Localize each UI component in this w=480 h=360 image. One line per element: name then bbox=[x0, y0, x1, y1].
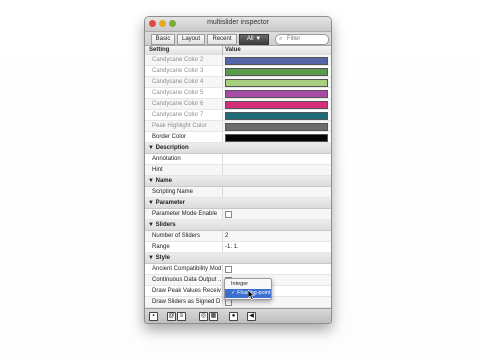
setting-row[interactable]: Candycane Color 3 bbox=[145, 66, 331, 77]
row-divider bbox=[222, 154, 223, 164]
row-divider bbox=[222, 121, 223, 131]
inspector-footer: ▪ @ ≡ ◎ ▦ ● ◀ bbox=[145, 308, 331, 323]
section-header[interactable]: ▼ Parameter bbox=[145, 198, 331, 209]
color-swatch[interactable] bbox=[225, 68, 328, 76]
setting-row[interactable]: Hint bbox=[145, 165, 331, 176]
color-swatch[interactable] bbox=[225, 123, 328, 131]
row-divider bbox=[222, 77, 223, 87]
setting-row[interactable]: Parameter Mode Enable bbox=[145, 209, 331, 220]
row-divider bbox=[222, 88, 223, 98]
row-divider bbox=[222, 187, 223, 197]
section-label: ▼ Name bbox=[148, 178, 172, 184]
target-icon[interactable]: ◎ bbox=[199, 312, 208, 321]
row-divider bbox=[222, 231, 223, 241]
setting-row[interactable]: Number of Sliders 2 bbox=[145, 231, 331, 242]
section-label: ▼ Description bbox=[148, 145, 189, 151]
section-header[interactable]: ▼ Description bbox=[145, 143, 331, 154]
color-swatch[interactable] bbox=[225, 57, 328, 65]
column-divider bbox=[222, 46, 223, 55]
row-divider bbox=[222, 297, 223, 307]
setting-label: Annotation bbox=[152, 156, 181, 162]
color-swatch[interactable] bbox=[225, 90, 328, 98]
row-divider bbox=[222, 286, 223, 296]
page-icon[interactable]: ▪ bbox=[149, 312, 158, 321]
section-header[interactable]: ▼ Style bbox=[145, 253, 331, 264]
setting-label: Candycane Color 7 bbox=[152, 112, 204, 118]
column-value[interactable]: Value bbox=[225, 47, 241, 53]
tab-layout[interactable]: Layout bbox=[177, 34, 205, 45]
search-field[interactable]: ⌕ Filter bbox=[275, 34, 329, 45]
row-divider bbox=[222, 165, 223, 175]
tab-all[interactable]: All ▼ bbox=[239, 34, 269, 45]
setting-row[interactable]: Range -1. 1. bbox=[145, 242, 331, 253]
setting-row[interactable]: Border Color bbox=[145, 132, 331, 143]
setting-row[interactable]: Ancient Compatibility Mod bbox=[145, 264, 331, 275]
row-divider bbox=[222, 242, 223, 252]
dot-icon[interactable]: ● bbox=[229, 312, 238, 321]
setting-label: Range bbox=[152, 244, 170, 250]
search-placeholder: Filter bbox=[287, 36, 301, 42]
mouse-cursor bbox=[248, 290, 255, 300]
tab-basic[interactable]: Basic bbox=[151, 34, 175, 45]
setting-row[interactable]: Candycane Color 7 bbox=[145, 110, 331, 121]
setting-label: Parameter Mode Enable bbox=[152, 211, 218, 217]
color-swatch[interactable] bbox=[225, 101, 328, 109]
setting-label: Candycane Color 6 bbox=[152, 101, 204, 107]
window-title: multislider inspector bbox=[207, 19, 269, 26]
row-divider bbox=[222, 275, 223, 285]
section-header[interactable]: ▼ Name bbox=[145, 176, 331, 187]
setting-row[interactable]: Annotation bbox=[145, 154, 331, 165]
setting-label: Candycane Color 5 bbox=[152, 90, 204, 96]
setting-label: Continuous Data Output ... bbox=[152, 277, 221, 283]
row-divider bbox=[222, 99, 223, 109]
tab-bar: Basic Layout Recent All ▼ ⌕ Filter bbox=[145, 32, 331, 46]
row-divider bbox=[222, 132, 223, 142]
setting-row[interactable]: Candycane Color 2 bbox=[145, 55, 331, 66]
color-swatch[interactable] bbox=[225, 134, 328, 142]
setting-checkbox[interactable] bbox=[225, 266, 232, 273]
menu-option[interactable]: Integer bbox=[225, 280, 271, 289]
setting-label: Scripting Name bbox=[152, 189, 194, 195]
row-divider bbox=[222, 264, 223, 274]
setting-row[interactable]: Scripting Name bbox=[145, 187, 331, 198]
setting-row[interactable]: Candycane Color 5 bbox=[145, 88, 331, 99]
setting-row[interactable]: Peak Highlight Color bbox=[145, 121, 331, 132]
row-divider bbox=[222, 110, 223, 120]
setting-row[interactable]: Candycane Color 6 bbox=[145, 99, 331, 110]
section-label: ▼ Style bbox=[148, 255, 170, 261]
setting-label: Draw Sliders as Signed D bbox=[152, 299, 221, 305]
color-swatch[interactable] bbox=[225, 79, 328, 87]
setting-row[interactable]: Candycane Color 4 bbox=[145, 77, 331, 88]
row-divider bbox=[222, 55, 223, 65]
arrow-left-icon[interactable]: ◀ bbox=[247, 312, 256, 321]
section-label: ▼ Sliders bbox=[148, 222, 176, 228]
list-icon[interactable]: ≡ bbox=[177, 312, 186, 321]
column-setting[interactable]: Setting bbox=[149, 47, 169, 53]
row-divider bbox=[222, 209, 223, 219]
grid-icon[interactable]: ▦ bbox=[209, 312, 218, 321]
setting-label: Draw Peak Values Receiv bbox=[152, 288, 221, 294]
search-icon: ⌕ bbox=[279, 36, 283, 42]
setting-checkbox[interactable] bbox=[225, 299, 232, 306]
setting-label: Hint bbox=[152, 167, 163, 173]
setting-label: Candycane Color 2 bbox=[152, 57, 204, 63]
setting-label: Number of Sliders bbox=[152, 233, 201, 239]
setting-label: Candycane Color 4 bbox=[152, 79, 204, 85]
setting-value[interactable]: -1. 1. bbox=[225, 242, 239, 252]
setting-value[interactable]: 2 bbox=[225, 231, 228, 241]
color-swatch[interactable] bbox=[225, 112, 328, 120]
title-bar[interactable]: multislider inspector bbox=[145, 17, 331, 32]
settings-list: Candycane Color 2 Candycane Color 3 Candyc… bbox=[145, 55, 331, 309]
setting-label: Border Color bbox=[152, 134, 187, 140]
at-icon[interactable]: @ bbox=[167, 312, 176, 321]
desktop: multislider inspector Basic Layout Recen… bbox=[0, 0, 480, 360]
setting-checkbox[interactable] bbox=[225, 211, 232, 218]
row-divider bbox=[222, 66, 223, 76]
section-header[interactable]: ▼ Sliders bbox=[145, 220, 331, 231]
section-label: ▼ Parameter bbox=[148, 200, 185, 206]
setting-label: Ancient Compatibility Mod bbox=[152, 266, 221, 272]
setting-label: Candycane Color 3 bbox=[152, 68, 204, 74]
tab-recent[interactable]: Recent bbox=[207, 34, 237, 45]
setting-label: Peak Highlight Color bbox=[152, 123, 207, 129]
